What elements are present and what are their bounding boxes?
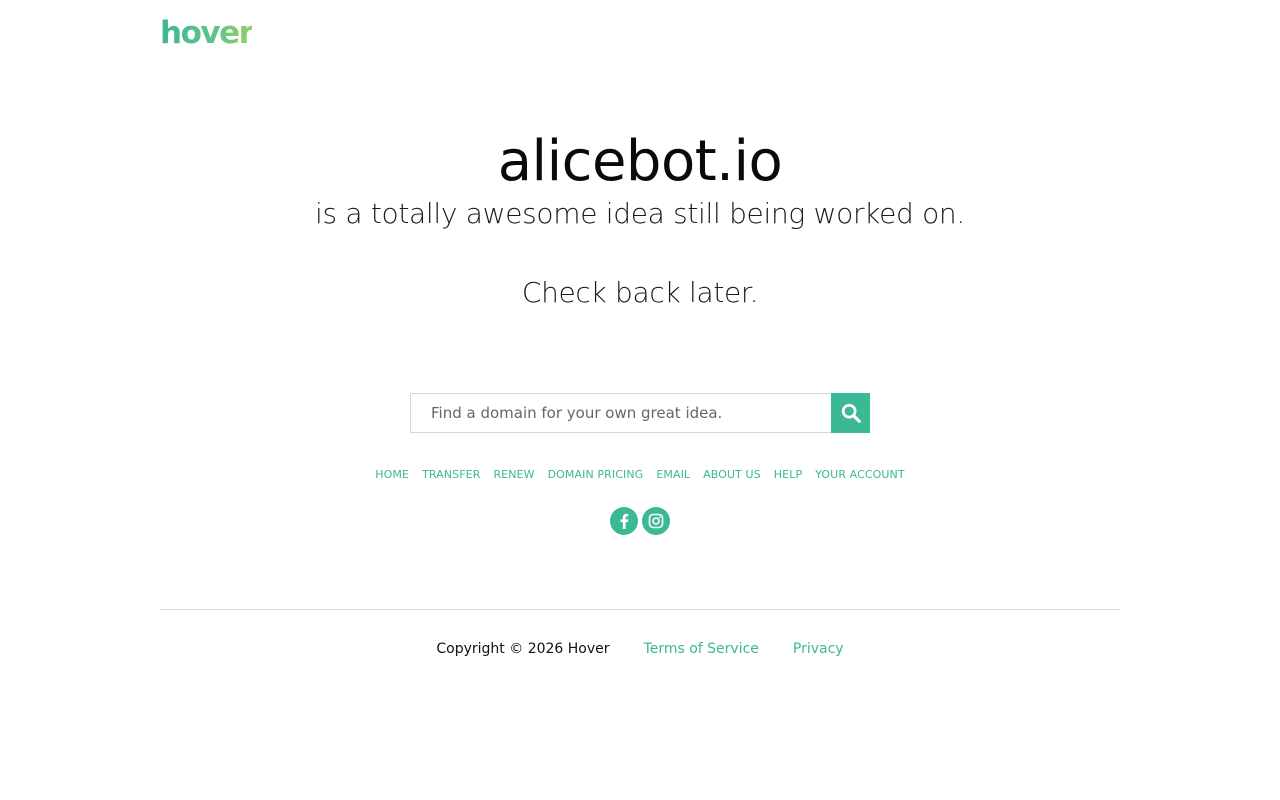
footer: Copyright © 2026 Hover Terms of Service … bbox=[0, 640, 1280, 658]
nav-your-account-link[interactable]: YOUR ACCOUNT bbox=[815, 467, 905, 483]
instagram-icon bbox=[648, 513, 664, 529]
nav-renew-link[interactable]: RENEW bbox=[493, 467, 534, 483]
nav-email-link[interactable]: EMAIL bbox=[656, 467, 690, 483]
nav-home-link[interactable]: HOME bbox=[375, 467, 409, 483]
nav-about-us-link[interactable]: ABOUT US bbox=[703, 467, 761, 483]
nav-transfer-link[interactable]: TRANSFER bbox=[422, 467, 480, 483]
hover-logo[interactable]: hover bbox=[160, 14, 254, 52]
domain-search-input[interactable] bbox=[410, 393, 831, 433]
page: hover alicebot.io is a totally awesome i… bbox=[0, 0, 1280, 800]
terms-of-service-link[interactable]: Terms of Service bbox=[644, 640, 759, 658]
search-button[interactable] bbox=[831, 393, 870, 433]
nav-domain-pricing-link[interactable]: DOMAIN PRICING bbox=[548, 467, 644, 483]
privacy-link[interactable]: Privacy bbox=[793, 640, 844, 658]
facebook-icon bbox=[620, 513, 629, 529]
check-back-text: Check back later. bbox=[521, 276, 759, 309]
domain-search-form bbox=[410, 393, 870, 433]
social-links bbox=[0, 507, 1280, 535]
subtitle: is a totally awesome idea still being wo… bbox=[315, 197, 965, 230]
domain-title: alicebot.io bbox=[497, 129, 783, 194]
instagram-link[interactable] bbox=[642, 507, 670, 535]
search-icon bbox=[841, 403, 861, 423]
copyright-text: Copyright © 2026 Hover bbox=[436, 641, 610, 657]
footer-divider bbox=[160, 609, 1120, 610]
footer-nav: HOME TRANSFER RENEW DOMAIN PRICING EMAIL… bbox=[0, 467, 1280, 483]
facebook-link[interactable] bbox=[610, 507, 638, 535]
nav-help-link[interactable]: HELP bbox=[774, 467, 802, 483]
